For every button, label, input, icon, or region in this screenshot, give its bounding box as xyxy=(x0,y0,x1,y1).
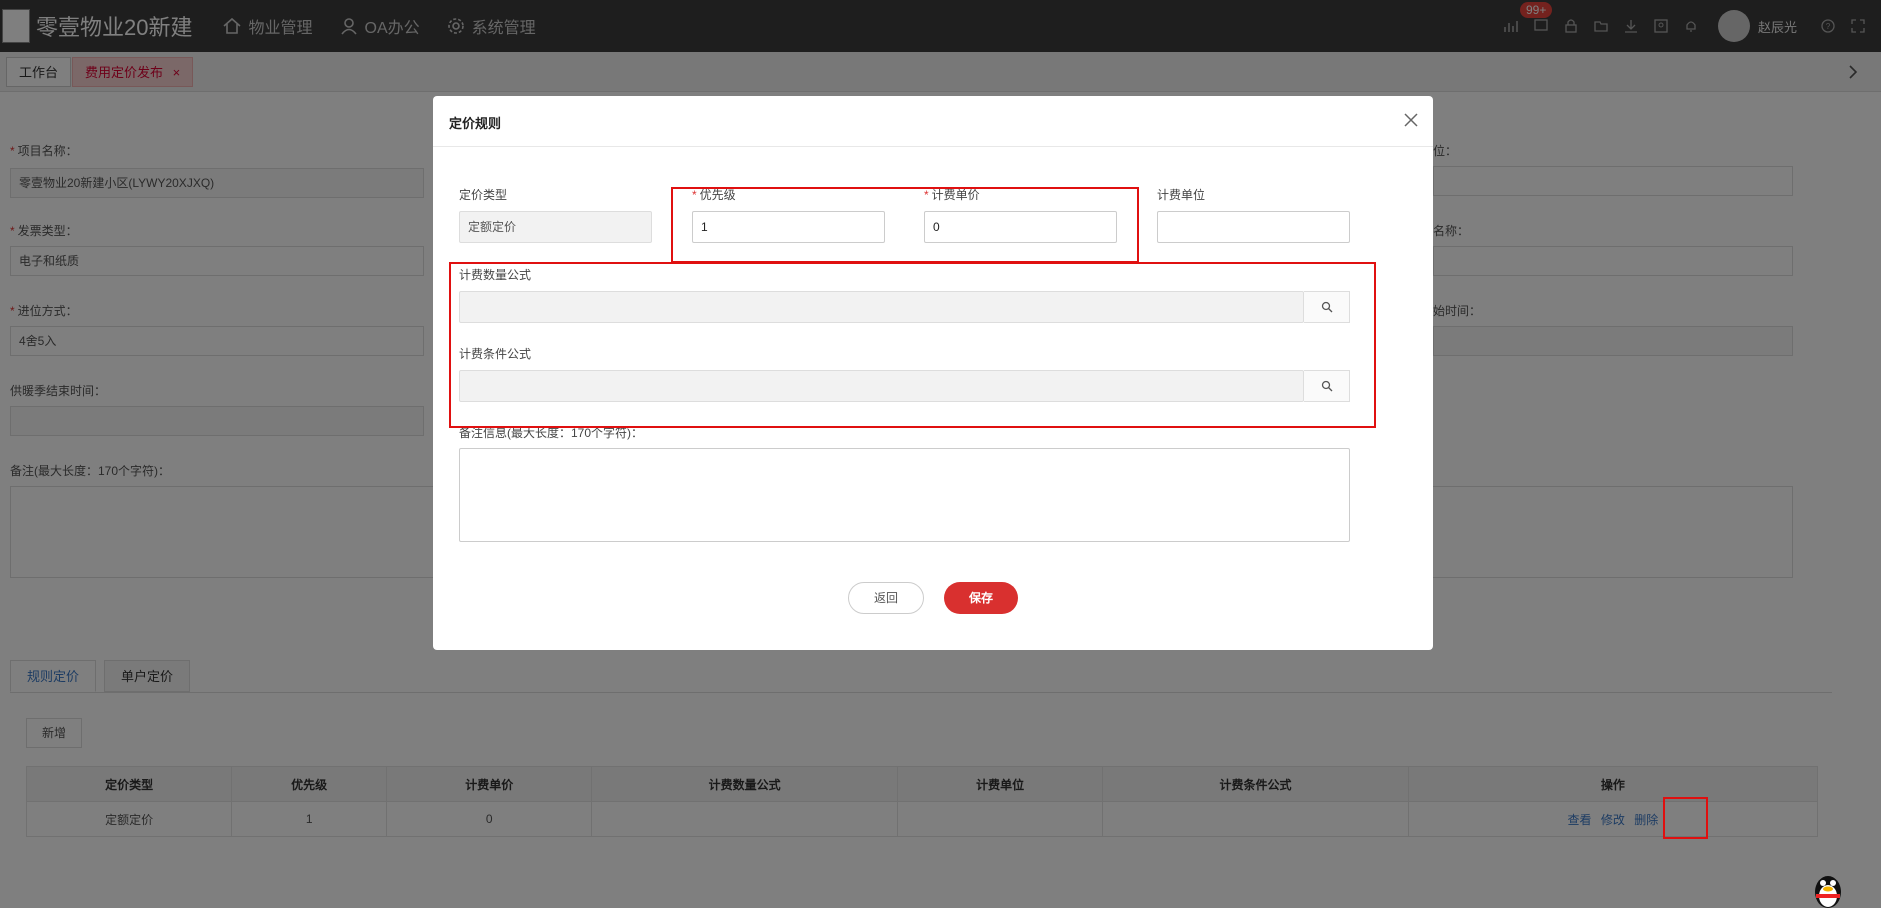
cond-formula-input[interactable] xyxy=(459,370,1304,402)
billing-unit-label: 计费单位 xyxy=(1157,188,1206,202)
remark-info-textarea[interactable] xyxy=(459,448,1350,542)
remark-info-label: 备注信息(最大长度：170个字符)： xyxy=(459,426,644,440)
qty-formula-search-button[interactable] xyxy=(1304,291,1350,323)
dialog-title: 定价规则 xyxy=(449,116,502,131)
pricing-type-field: 定额定价 xyxy=(459,211,652,243)
qty-formula-label: 计费数量公式 xyxy=(459,268,532,282)
qty-formula-input[interactable] xyxy=(459,291,1304,323)
priority-input[interactable]: 1 xyxy=(692,211,885,243)
unit-price-input[interactable]: 0 xyxy=(924,211,1117,243)
search-icon xyxy=(1321,380,1332,392)
pricing-rule-dialog: 定价规则 定价类型 定额定价 * 优先级 1 * 计费单价 0 计费单位 计费数量公… xyxy=(433,96,1433,650)
cond-formula-label: 计费条件公式 xyxy=(459,347,532,361)
save-button[interactable]: 保存 xyxy=(944,582,1018,614)
priority-label: * 优先级 xyxy=(692,188,736,202)
qq-penguin-icon[interactable] xyxy=(1810,870,1846,908)
pricing-type-label: 定价类型 xyxy=(459,188,508,202)
dialog-header: 定价规则 xyxy=(433,96,1433,147)
close-icon[interactable] xyxy=(1401,110,1421,130)
highlight-formulas xyxy=(449,262,1376,428)
back-button[interactable]: 返回 xyxy=(848,582,924,614)
search-icon xyxy=(1321,301,1332,313)
unit-price-label: * 计费单价 xyxy=(924,188,980,202)
cond-formula-search-button[interactable] xyxy=(1304,370,1350,402)
billing-unit-input[interactable] xyxy=(1157,211,1350,243)
